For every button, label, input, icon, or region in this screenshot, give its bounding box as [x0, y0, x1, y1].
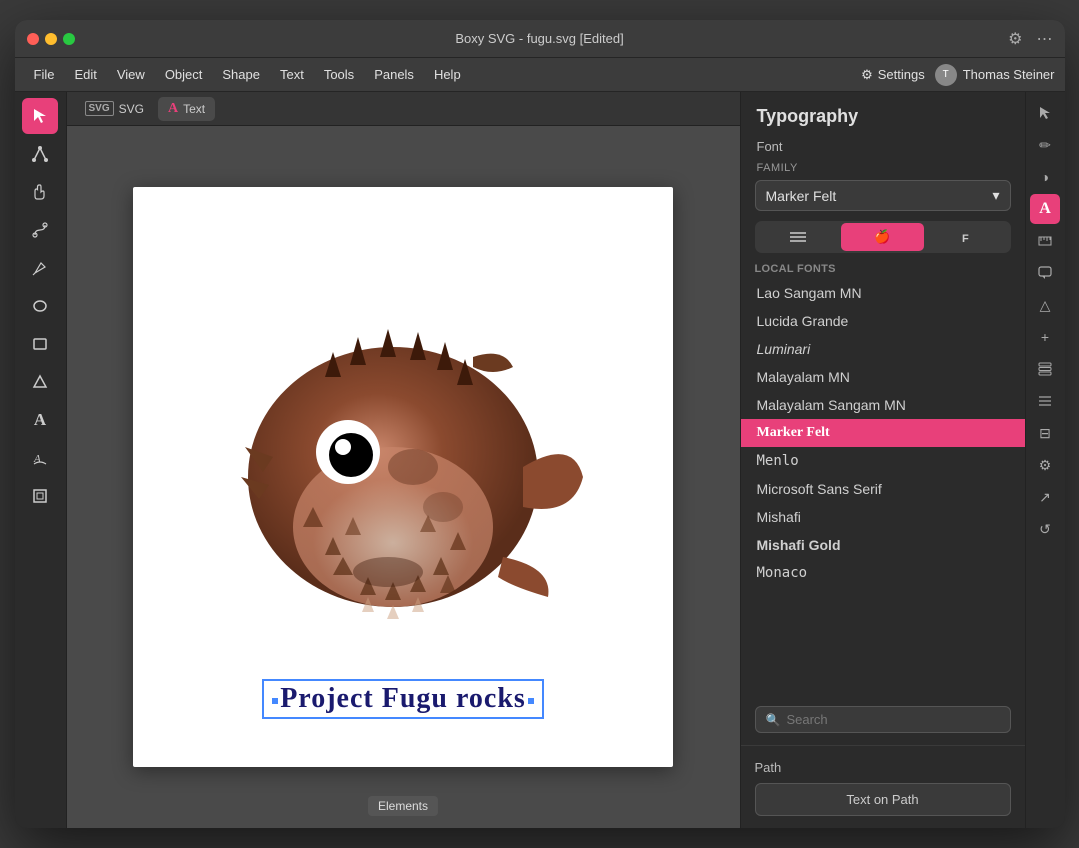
panel-library-icon[interactable]: ⊟: [1030, 418, 1060, 448]
panel-plus-icon[interactable]: +: [1030, 322, 1060, 352]
triangle-tool[interactable]: [22, 364, 58, 400]
close-button[interactable]: [27, 33, 39, 45]
tab-svg[interactable]: SVG SVG: [75, 97, 154, 120]
panel-divider: [741, 745, 1025, 746]
path-label: Path: [755, 760, 1011, 775]
font-tabs: 🍎 F: [755, 221, 1011, 253]
text-handle-left[interactable]: [271, 697, 279, 705]
font-list: Lao Sangam MN Lucida Grande Luminari Mal…: [741, 279, 1025, 700]
node-tool[interactable]: [22, 136, 58, 172]
font-item[interactable]: Lao Sangam MN: [741, 279, 1025, 307]
ellipse-tool[interactable]: [22, 288, 58, 324]
family-label: Family: [741, 158, 1025, 176]
canvas-area: SVG SVG A Text: [67, 92, 740, 828]
menubar-right: ⚙ Settings T Thomas Steiner: [861, 64, 1054, 86]
panel-export-icon[interactable]: ↗: [1030, 482, 1060, 512]
left-toolbar: A A: [15, 92, 67, 828]
font-item-selected[interactable]: Marker Felt: [741, 419, 1025, 447]
path-section: Path Text on Path: [741, 752, 1025, 828]
main-area: A A SVG SVG A Text: [15, 92, 1065, 828]
canvas-wrapper[interactable]: Project Fugu rocks Elements: [67, 126, 740, 828]
svg-text:F: F: [962, 233, 969, 244]
menu-text[interactable]: Text: [271, 63, 313, 86]
panel-typography-icon[interactable]: A: [1030, 194, 1060, 224]
chevron-down-icon: ▾: [992, 187, 999, 204]
system-fonts-tab[interactable]: 🍎: [841, 223, 924, 251]
menu-shape[interactable]: Shape: [213, 63, 269, 86]
text-handle-right[interactable]: [527, 697, 535, 705]
rect-tool[interactable]: [22, 326, 58, 362]
menu-object[interactable]: Object: [156, 63, 212, 86]
font-search-input[interactable]: [786, 712, 999, 727]
canvas-tabs: SVG SVG A Text: [67, 92, 740, 126]
canvas-text[interactable]: Project Fugu rocks: [262, 679, 544, 719]
panel-select-icon[interactable]: [1030, 98, 1060, 128]
menu-panels[interactable]: Panels: [365, 63, 423, 86]
text-path-tool[interactable]: A: [22, 440, 58, 476]
panel-undo-icon[interactable]: ↺: [1030, 514, 1060, 544]
text-tab-icon: A: [168, 101, 178, 117]
panel-align-icon[interactable]: [1030, 386, 1060, 416]
traffic-lights: [27, 33, 75, 45]
user-button[interactable]: T Thomas Steiner: [935, 64, 1055, 86]
font-item[interactable]: Malayalam MN: [741, 363, 1025, 391]
search-icon: 🔍: [766, 713, 781, 727]
canvas-document: Project Fugu rocks: [133, 187, 673, 767]
font-family-dropdown[interactable]: Marker Felt ▾: [755, 180, 1011, 211]
font-item[interactable]: Mishafi Gold: [741, 531, 1025, 559]
avatar: T: [935, 64, 957, 86]
panel-pencil-icon[interactable]: ✏: [1030, 130, 1060, 160]
panel-layers-icon[interactable]: [1030, 354, 1060, 384]
svg-badge: SVG: [85, 101, 114, 116]
local-fonts-header: LOCAL FONTS: [741, 259, 1025, 279]
bezier-tool[interactable]: [22, 212, 58, 248]
menu-tools[interactable]: Tools: [315, 63, 363, 86]
panel-title: Typography: [741, 92, 1025, 133]
panel-settings-icon[interactable]: ⚙: [1030, 450, 1060, 480]
font-item[interactable]: Monaco: [741, 559, 1025, 587]
frame-tool[interactable]: [22, 478, 58, 514]
panel-contrast-icon[interactable]: ◑: [1030, 162, 1060, 192]
text-on-path-button[interactable]: Text on Path: [755, 783, 1011, 816]
font-item[interactable]: Menlo: [741, 447, 1025, 475]
font-item[interactable]: Malayalam Sangam MN: [741, 391, 1025, 419]
menu-edit[interactable]: Edit: [65, 63, 105, 86]
window-title: Boxy SVG - fugu.svg [Edited]: [455, 31, 623, 46]
panel-ruler-icon[interactable]: [1030, 226, 1060, 256]
menubar: File Edit View Object Shape Text Tools P…: [15, 58, 1065, 92]
all-fonts-tab[interactable]: [757, 223, 840, 251]
elements-tooltip[interactable]: Elements: [368, 796, 438, 816]
app-window: Boxy SVG - fugu.svg [Edited] ⚙ ⋯ File Ed…: [15, 20, 1065, 828]
typography-panel: Typography Font Family Marker Felt ▾ 🍎 F…: [740, 92, 1025, 828]
settings-button[interactable]: ⚙ Settings: [861, 67, 925, 83]
fugu-svg: [193, 267, 613, 687]
settings-icon: ⚙: [861, 67, 873, 83]
panel-triangle-icon[interactable]: △: [1030, 290, 1060, 320]
more-icon[interactable]: ⋯: [1037, 29, 1053, 49]
tab-text[interactable]: A Text: [158, 97, 215, 121]
font-section-label: Font: [741, 133, 1025, 158]
fugu-container: Project Fugu rocks: [133, 187, 673, 767]
puzzle-icon[interactable]: ⚙: [1008, 29, 1022, 49]
menu-help[interactable]: Help: [425, 63, 470, 86]
font-item[interactable]: Luminari: [741, 335, 1025, 363]
titlebar: Boxy SVG - fugu.svg [Edited] ⚙ ⋯: [15, 20, 1065, 58]
right-icon-bar: ✏ ◑ A △ + ⊟ ⚙ ↗ ↺: [1025, 92, 1065, 828]
menu-view[interactable]: View: [108, 63, 154, 86]
google-fonts-tab[interactable]: F: [926, 223, 1009, 251]
titlebar-right: ⚙ ⋯: [1008, 29, 1052, 49]
font-item[interactable]: Lucida Grande: [741, 307, 1025, 335]
panel-comment-icon[interactable]: [1030, 258, 1060, 288]
pen-tool[interactable]: [22, 250, 58, 286]
hand-tool[interactable]: [22, 174, 58, 210]
minimize-button[interactable]: [45, 33, 57, 45]
font-item[interactable]: Microsoft Sans Serif: [741, 475, 1025, 503]
menu-file[interactable]: File: [25, 63, 64, 86]
text-tool[interactable]: A: [22, 402, 58, 438]
maximize-button[interactable]: [63, 33, 75, 45]
font-item[interactable]: Mishafi: [741, 503, 1025, 531]
select-tool[interactable]: [22, 98, 58, 134]
font-search-bar: 🔍: [755, 706, 1011, 733]
